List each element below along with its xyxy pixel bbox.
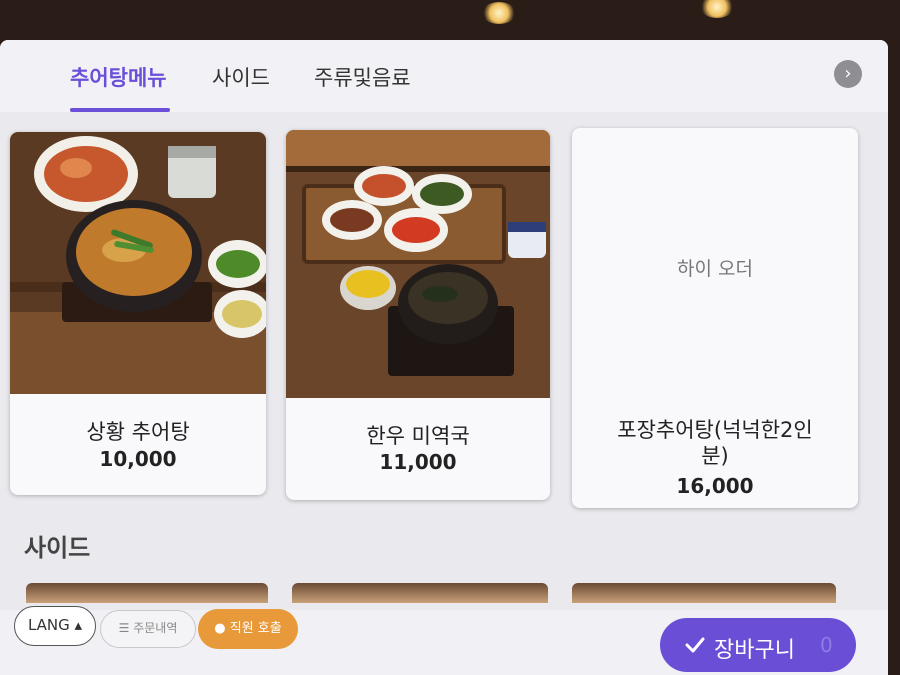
category-tab-bar: 추어탕메뉴 사이드 주류및음료 › (0, 40, 888, 112)
language-button[interactable]: LANG ▴ (14, 606, 96, 646)
menu-card-preview[interactable] (292, 583, 548, 603)
menu-card[interactable]: 한우 미역국 11,000 (286, 130, 550, 500)
menu-card[interactable]: 하이 오더 포장추어탕(넉넉한2인 분) 16,000 (572, 128, 858, 508)
chevron-right-icon[interactable]: › (834, 60, 862, 88)
food-photo-chueotang (10, 132, 266, 394)
menu-item-price: 11,000 (379, 450, 457, 474)
menu-item-name: 상황 추어탕 (86, 420, 190, 444)
menu-card-preview[interactable] (572, 583, 836, 603)
active-tab-indicator (70, 108, 170, 112)
menu-card[interactable]: 상황 추어탕 10,000 (10, 132, 266, 495)
section-title-side: 사이드 (24, 534, 91, 562)
cart-button[interactable]: 장바구니 0 (660, 618, 856, 672)
check-icon (685, 637, 705, 653)
tab-side[interactable]: 사이드 (212, 62, 270, 92)
menu-item-name-cont: 분) (701, 444, 729, 468)
menu-card-preview[interactable] (26, 583, 268, 603)
order-history-label: 주문내역 (133, 621, 178, 635)
background-light (482, 2, 516, 24)
person-icon: ● (214, 621, 226, 636)
food-photo-miyeokguk (286, 130, 550, 398)
order-history-button[interactable]: ☰ 주문내역 (100, 610, 196, 648)
tab-drinks[interactable]: 주류및음료 (314, 62, 411, 92)
staff-call-label: 직원 호출 (229, 621, 282, 636)
image-placeholder: 하이 오더 (677, 258, 753, 280)
staff-call-button[interactable]: ● 직원 호출 (198, 609, 298, 649)
cart-label: 장바구니 (714, 638, 795, 663)
menu-item-name: 한우 미역국 (366, 424, 470, 448)
menu-item-price: 16,000 (676, 474, 754, 498)
background-light (700, 0, 734, 18)
cart-count: 0 (820, 633, 833, 657)
tab-chueotang-menu[interactable]: 추어탕메뉴 (70, 62, 167, 92)
list-icon: ☰ (118, 621, 130, 635)
menu-item-price: 10,000 (99, 447, 177, 471)
kiosk-screen: 추어탕메뉴 사이드 주류및음료 › 상황 추어탕 10,000 한우 미역국 1… (0, 40, 888, 675)
